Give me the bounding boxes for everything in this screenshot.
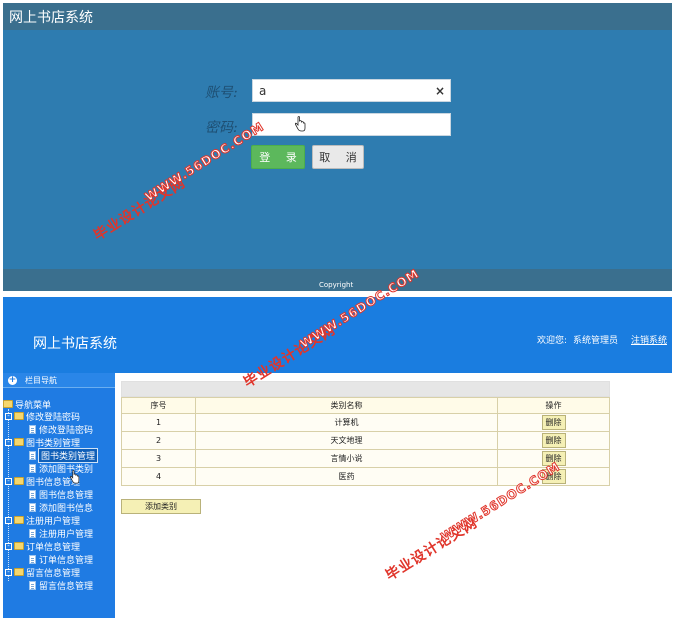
sidebar-item-label: 修改登陆密码 <box>39 425 94 436</box>
tree-group-label: 修改登陆密码 <box>26 412 81 423</box>
content-header-bar <box>121 381 610 397</box>
table-row: 3 言情小说 删除 <box>121 449 610 468</box>
tree-group-label: 订单信息管理 <box>26 542 81 553</box>
cell-action: 删除 <box>497 413 610 432</box>
cell-no: 1 <box>121 413 196 432</box>
table-row: 2 天文地理 删除 <box>121 431 610 450</box>
folder-icon <box>14 412 24 420</box>
col-header-no: 序号 <box>121 397 196 414</box>
login-footer: Copyright <box>3 269 672 291</box>
sidebar-item-label: 添加图书类别 <box>39 464 94 475</box>
admin-title: 网上书店系统 <box>33 336 117 352</box>
col-header-name: 类别名称 <box>195 397 498 414</box>
cell-no: 2 <box>121 431 196 450</box>
sidebar-item-user-manage[interactable]: 注册用户管理 <box>29 527 94 540</box>
cancel-button[interactable]: 取 消 <box>312 145 364 169</box>
cell-name: 医药 <box>195 467 498 486</box>
page-icon <box>29 502 36 512</box>
sidebar-item-label: 留言信息管理 <box>39 581 94 592</box>
sidebar-item-label: 图书信息管理 <box>39 490 94 501</box>
folder-icon <box>3 400 13 408</box>
collapse-icon: - <box>5 516 12 524</box>
account-input-value: a <box>259 84 267 98</box>
tree-group-label: 注册用户管理 <box>26 516 81 527</box>
tree-group-label: 留言信息管理 <box>26 568 81 579</box>
sidebar-item-add-category[interactable]: 添加图书类别 <box>29 462 94 475</box>
password-input[interactable] <box>252 113 451 136</box>
login-screen: 网上书店系统 账号: a × 密码: 登 录 取 消 Copyright <box>3 3 672 291</box>
page-icon <box>29 580 36 590</box>
page-icon <box>29 554 36 564</box>
password-label: 密码: <box>205 120 238 136</box>
sidebar-item-add-book[interactable]: 添加图书信息 <box>29 501 94 514</box>
clear-icon[interactable]: × <box>435 84 445 98</box>
expand-icon: + <box>8 375 17 385</box>
page-icon <box>29 424 36 434</box>
tree-group-message[interactable]: - 留言信息管理 <box>5 566 81 579</box>
admin-screen: 网上书店系统 欢迎您: 系统管理员 注销系统 + 栏目导航 导航菜单 - 修改登… <box>3 297 672 618</box>
sidebar-item-change-password[interactable]: 修改登陆密码 <box>29 423 94 436</box>
table-header-row: 序号 类别名称 操作 <box>121 397 610 414</box>
sidebar-item-label: 订单信息管理 <box>39 555 94 566</box>
sidebar-item-message-manage[interactable]: 留言信息管理 <box>29 579 94 592</box>
cell-name: 计算机 <box>195 413 498 432</box>
sidebar-item-category-manage[interactable]: 图书类别管理 <box>29 447 99 463</box>
account-input[interactable]: a × <box>252 79 451 102</box>
folder-icon <box>14 477 24 485</box>
login-title: 网上书店系统 <box>9 10 93 26</box>
folder-icon <box>14 568 24 576</box>
collapse-icon: - <box>5 568 12 576</box>
delete-button[interactable]: 删除 <box>541 433 566 448</box>
login-title-bar: 网上书店系统 <box>3 3 672 30</box>
add-category-button[interactable]: 添加类别 <box>121 499 201 514</box>
logout-link[interactable]: 注销系统 <box>631 333 667 346</box>
sidebar-item-book-manage[interactable]: 图书信息管理 <box>29 488 94 501</box>
folder-icon <box>14 542 24 550</box>
sidebar-item-label: 添加图书信息 <box>39 503 94 514</box>
welcome-text: 欢迎您: <box>537 336 568 346</box>
page-icon <box>29 450 36 460</box>
sidebar-header-label: 栏目导航 <box>25 376 57 385</box>
tree-group-password[interactable]: - 修改登陆密码 <box>5 410 81 423</box>
hand-cursor-icon <box>294 116 306 132</box>
account-label: 账号: <box>205 85 238 101</box>
hand-cursor-icon <box>70 470 80 484</box>
tree-guide-line <box>8 409 9 581</box>
collapse-icon: - <box>5 542 12 550</box>
page-icon <box>29 489 36 499</box>
collapse-icon: - <box>5 477 12 485</box>
cell-name: 天文地理 <box>195 431 498 450</box>
sidebar: + 栏目导航 导航菜单 - 修改登陆密码 修改登陆密码 - 图书类别管理 图书类… <box>3 373 115 618</box>
cell-no: 4 <box>121 467 196 486</box>
page-icon <box>29 463 36 473</box>
login-button[interactable]: 登 录 <box>251 145 305 169</box>
cell-name: 言情小说 <box>195 449 498 468</box>
screenshot-root: 网上书店系统 账号: a × 密码: 登 录 取 消 Copyright 网上书… <box>0 0 675 621</box>
copyright-text: Copyright <box>319 281 354 289</box>
collapse-icon: - <box>5 438 12 446</box>
tree-group-order[interactable]: - 订单信息管理 <box>5 540 81 553</box>
tree-group-category[interactable]: - 图书类别管理 <box>5 436 81 449</box>
sidebar-item-label: 图书类别管理 <box>37 447 99 463</box>
cell-action: 删除 <box>497 431 610 450</box>
sidebar-item-order-manage[interactable]: 订单信息管理 <box>29 553 94 566</box>
col-header-action: 操作 <box>497 397 610 414</box>
sidebar-header[interactable]: + 栏目导航 <box>3 373 115 388</box>
tree-group-user[interactable]: - 注册用户管理 <box>5 514 81 527</box>
delete-button[interactable]: 删除 <box>541 415 566 430</box>
current-user: 系统管理员 <box>573 336 619 346</box>
folder-icon <box>14 438 24 446</box>
cell-no: 3 <box>121 449 196 468</box>
sidebar-item-label: 注册用户管理 <box>39 529 94 540</box>
tree-group-label: 图书类别管理 <box>26 438 81 449</box>
table-row: 1 计算机 删除 <box>121 413 610 432</box>
page-icon <box>29 528 36 538</box>
folder-icon <box>14 516 24 524</box>
tree-root[interactable]: 导航菜单 <box>3 398 51 411</box>
collapse-icon: - <box>5 412 12 420</box>
